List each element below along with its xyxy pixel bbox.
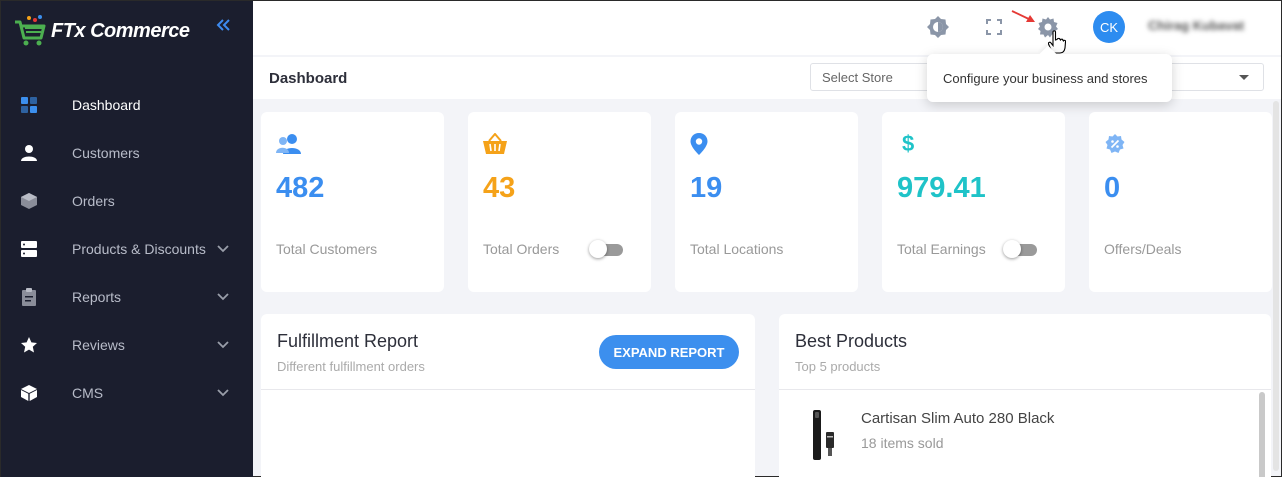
divider: [261, 389, 755, 390]
star-icon: [19, 335, 39, 355]
panel-subtitle: Different fulfillment orders: [277, 359, 425, 374]
product-list-scrollbar[interactable]: [1259, 392, 1265, 477]
brand-logo[interactable]: FTx Commerce: [13, 13, 190, 49]
stat-card-offers[interactable]: 0 Offers/Deals: [1089, 112, 1272, 292]
dollar-icon: $: [902, 131, 915, 156]
stat-label: Total Customers: [276, 241, 378, 257]
sidebar-item-label: CMS: [72, 385, 104, 401]
sidebar-item-customers[interactable]: Customers: [1, 129, 253, 177]
cart-logo-icon: [15, 15, 46, 46]
users-icon: [275, 130, 303, 158]
earnings-toggle[interactable]: [1003, 238, 1037, 258]
stat-card-customers[interactable]: 482 Total Customers: [261, 112, 444, 292]
stat-label: Offers/Deals: [1104, 241, 1182, 257]
stat-card-earnings[interactable]: $ 979.41 Total Earnings: [882, 112, 1065, 292]
panel-subtitle: Top 5 products: [795, 359, 881, 374]
chevron-down-icon: [217, 341, 229, 349]
location-pin-icon: [689, 130, 717, 158]
dashboard-icon: [19, 95, 39, 115]
stat-value: 979.41: [897, 172, 986, 204]
divider: [779, 389, 1271, 390]
product-image: [813, 410, 834, 460]
sidebar-item-label: Dashboard: [72, 97, 141, 113]
sidebar-item-orders[interactable]: Orders: [1, 177, 253, 225]
username[interactable]: Chirag Kubavat: [1148, 18, 1244, 33]
sidebar-item-label: Reviews: [72, 337, 125, 353]
page-scrollbar[interactable]: [1273, 101, 1279, 471]
stat-label: Total Orders: [483, 241, 560, 257]
brand-name: FTx Commerce: [51, 19, 190, 42]
settings-tooltip: Configure your business and stores: [927, 45, 1172, 102]
cube-icon: [19, 383, 39, 403]
stat-card-orders[interactable]: 43 Total Orders: [468, 112, 651, 292]
stat-value: 43: [483, 172, 516, 204]
sidebar-item-label: Reports: [72, 289, 122, 305]
chevron-down-icon: [217, 293, 229, 301]
sidebar-nav: Dashboard Customers Orders Products & Di…: [1, 81, 253, 417]
stat-value: 19: [690, 172, 723, 204]
offer-badge-icon: [1103, 130, 1131, 158]
toggle-knob: [1003, 240, 1021, 258]
sidebar-item-cms[interactable]: CMS: [1, 369, 253, 417]
orders-toggle[interactable]: [589, 238, 623, 258]
store-select-placeholder: Select Store: [822, 70, 893, 85]
stat-card-locations[interactable]: 19 Total Locations: [675, 112, 858, 292]
fullscreen-icon[interactable]: [981, 14, 1007, 40]
sidebar-item-label: Products & Discounts: [72, 241, 206, 257]
red-arrow-annotation: [1011, 10, 1035, 22]
clipboard-icon: [19, 287, 39, 307]
sidebar-item-label: Orders: [72, 193, 115, 209]
sidebar-item-reviews[interactable]: Reviews: [1, 321, 253, 369]
sidebar-item-label: Customers: [72, 145, 140, 161]
basket-icon: [482, 130, 510, 158]
sidebar-item-dashboard[interactable]: Dashboard: [1, 81, 253, 129]
avatar[interactable]: CK: [1093, 11, 1125, 43]
stat-label: Total Locations: [690, 241, 784, 257]
user-icon: [19, 143, 39, 163]
stat-label: Total Earnings: [897, 241, 986, 257]
product-name: Cartisan Slim Auto 280 Black: [861, 410, 1055, 427]
brightness-icon[interactable]: [925, 14, 951, 40]
page-title: Dashboard: [269, 70, 348, 87]
tooltip-text: Configure your business and stores: [943, 71, 1148, 86]
fulfillment-report-panel: Fulfillment Report Different fulfillment…: [261, 314, 755, 477]
panel-title: Fulfillment Report: [277, 331, 419, 351]
best-products-panel: Best Products Top 5 products Cartisan Sl…: [779, 314, 1271, 477]
collapse-sidebar-icon[interactable]: [215, 17, 231, 38]
stat-value: 482: [276, 172, 325, 204]
toggle-knob: [589, 240, 607, 258]
chevron-down-icon: [217, 389, 229, 397]
box-icon: [19, 191, 39, 211]
caret-down-icon: [1239, 75, 1249, 80]
sidebar-item-products-discounts[interactable]: Products & Discounts: [1, 225, 253, 273]
server-icon: [19, 239, 39, 259]
sidebar: FTx Commerce Dashboard Customers Orders: [1, 1, 253, 477]
chevron-down-icon: [217, 245, 229, 253]
product-sold-count: 18 items sold: [861, 435, 944, 451]
panel-title: Best Products: [795, 331, 908, 351]
topbar: CK Chirag Kubavat: [253, 1, 1281, 55]
expand-report-button[interactable]: EXPAND REPORT: [599, 335, 739, 369]
sidebar-item-reports[interactable]: Reports: [1, 273, 253, 321]
stat-value: 0: [1104, 172, 1121, 204]
list-item[interactable]: Cartisan Slim Auto 280 Black 18 items so…: [779, 406, 1259, 466]
